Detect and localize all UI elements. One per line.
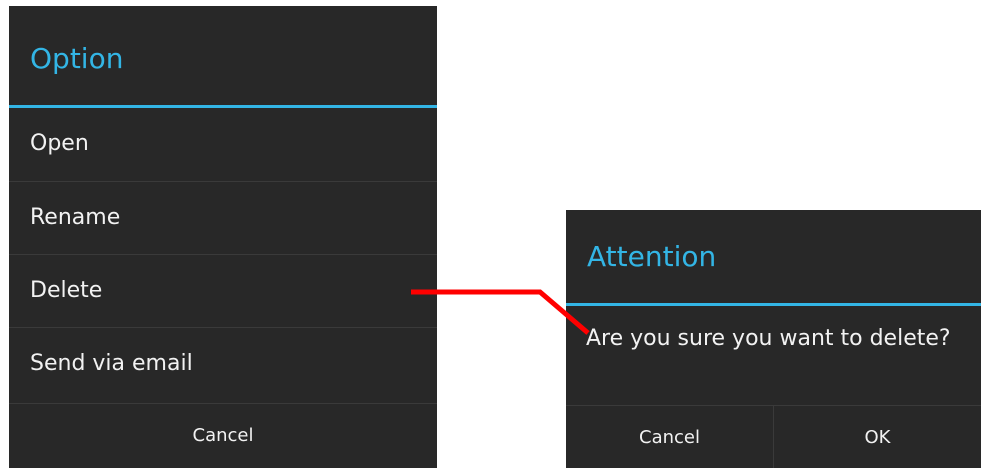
ok-button[interactable]: OK	[773, 406, 981, 468]
attention-title-divider	[566, 303, 981, 306]
connector-line	[411, 289, 590, 335]
attention-cancel-button[interactable]: Cancel	[566, 406, 773, 468]
option-cancel-button[interactable]: Cancel	[9, 404, 437, 468]
option-button-bar: Cancel	[9, 403, 437, 468]
attention-button-bar: Cancel OK	[566, 405, 981, 468]
menu-item-open[interactable]: Open	[9, 108, 437, 180]
attention-dialog: Attention Are you sure you want to delet…	[566, 210, 981, 468]
menu-item-send-via-email[interactable]: Send via email	[9, 327, 437, 399]
menu-item-rename[interactable]: Rename	[9, 181, 437, 253]
option-dialog: Option Open Rename Delete Send via email…	[9, 6, 437, 468]
option-dialog-title: Option	[30, 42, 124, 75]
attention-dialog-title: Attention	[587, 240, 717, 273]
confirm-delete-message: Are you sure you want to delete?	[586, 326, 951, 351]
menu-item-delete[interactable]: Delete	[9, 254, 437, 326]
